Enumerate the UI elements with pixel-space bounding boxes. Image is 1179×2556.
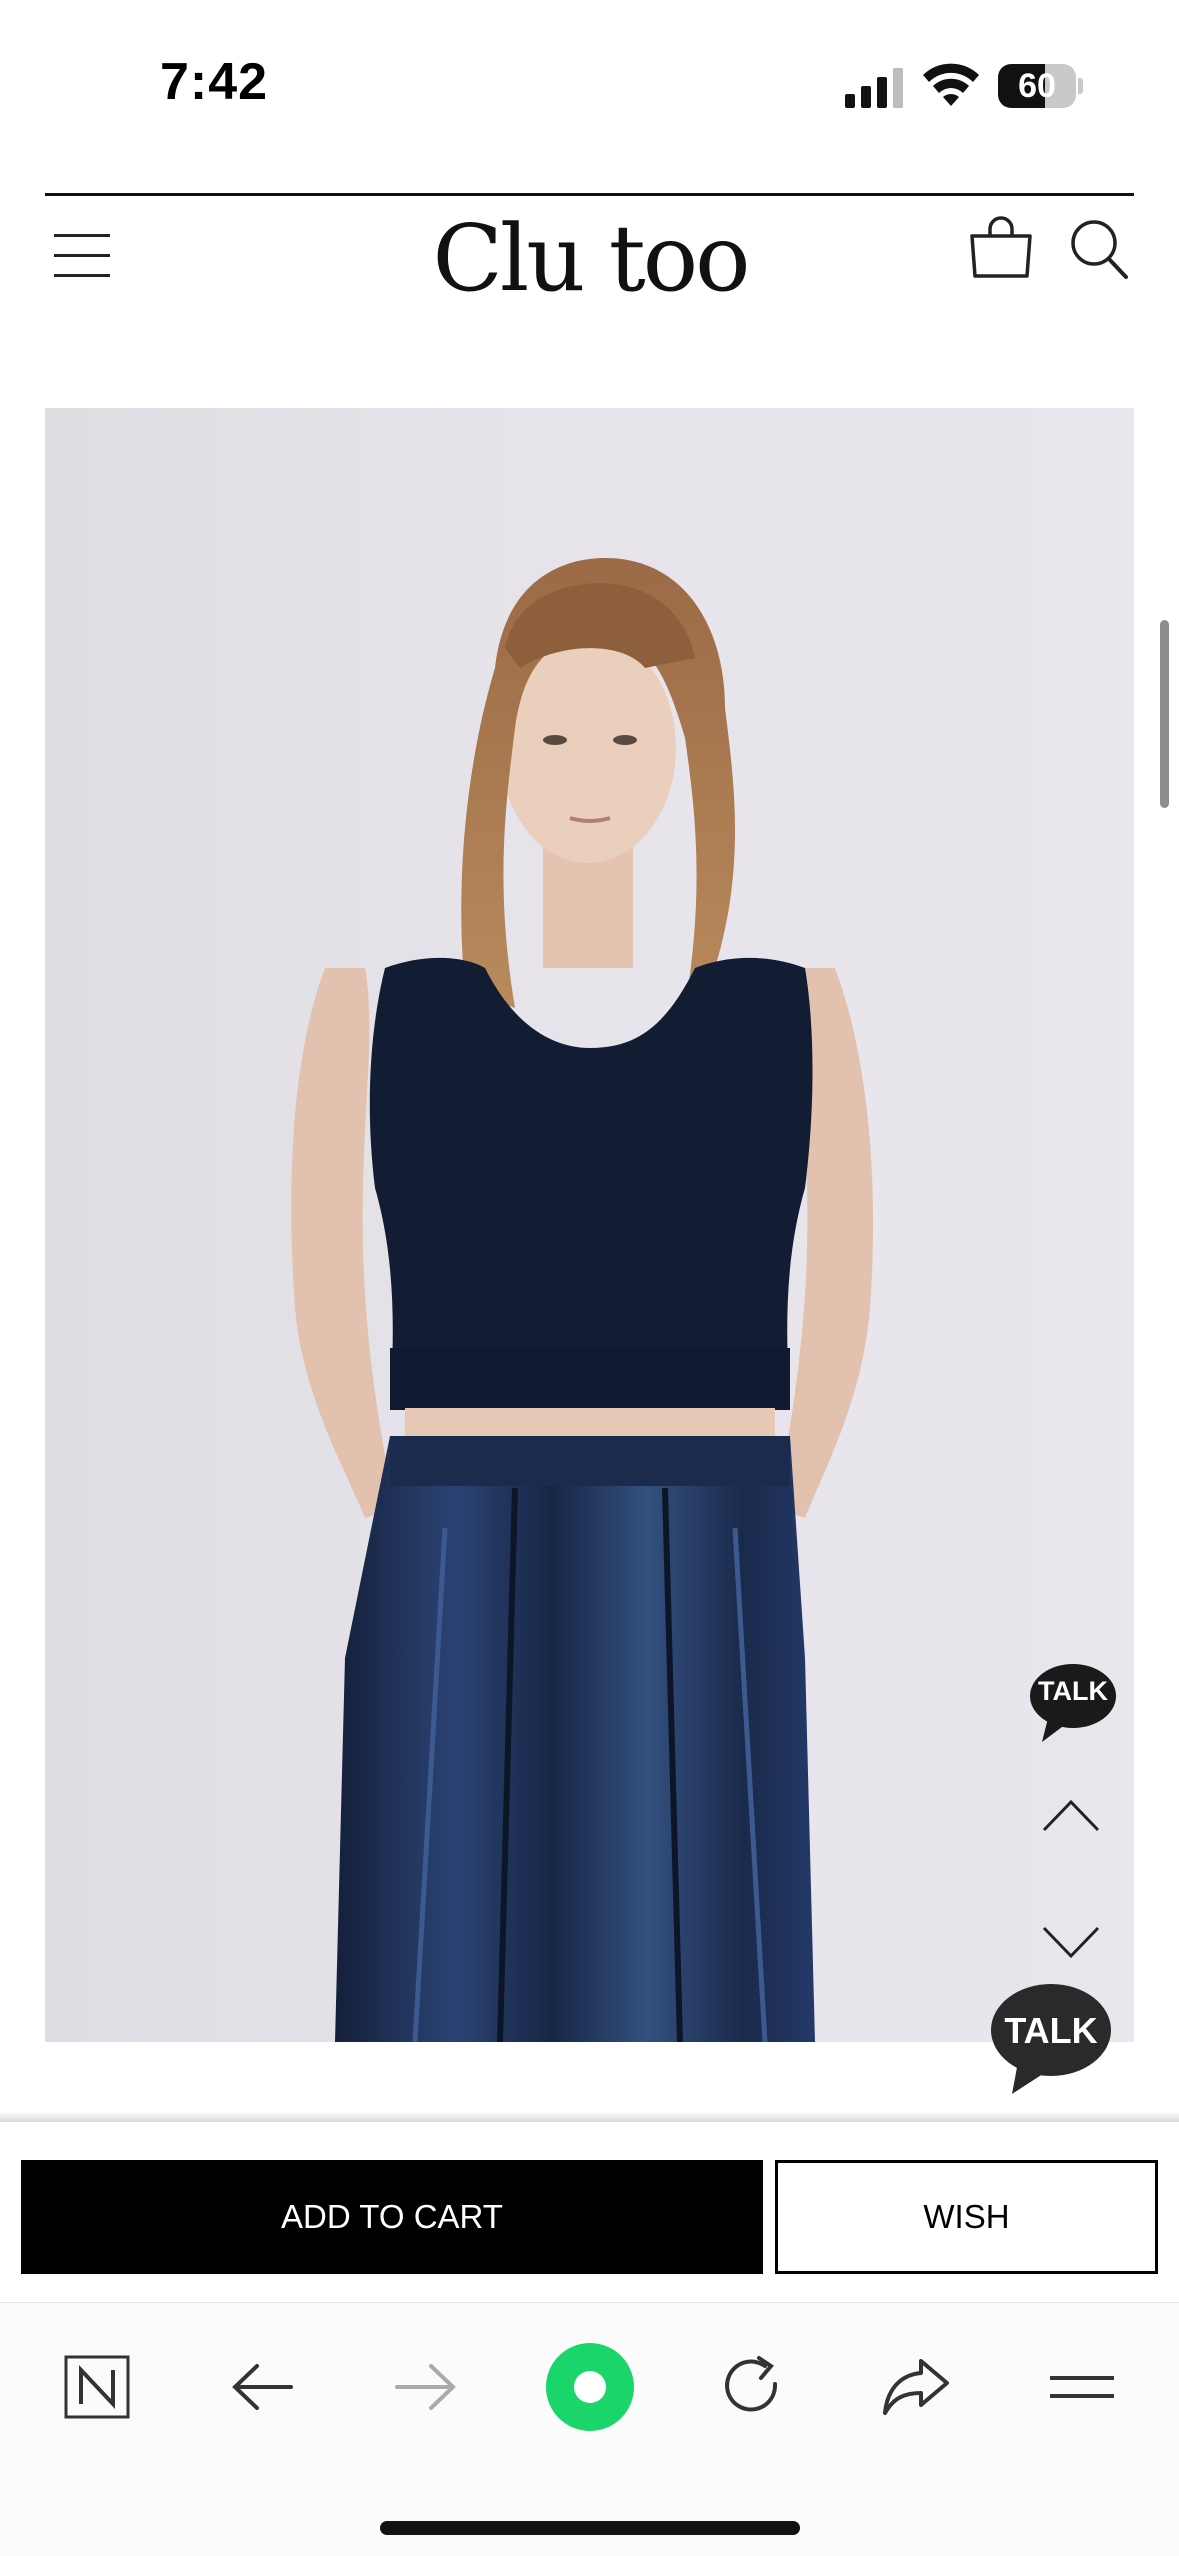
browser-toolbar bbox=[0, 2302, 1179, 2556]
talk-button-large[interactable]: TALK bbox=[988, 1980, 1114, 2096]
naver-n-icon[interactable] bbox=[57, 2347, 137, 2427]
talk-label-large: TALK bbox=[1004, 2010, 1098, 2051]
chevron-down-icon[interactable] bbox=[1040, 1922, 1102, 1962]
action-bar: ADD TO CART WISH bbox=[0, 2122, 1179, 2302]
model-photo bbox=[291, 558, 874, 2042]
home-indicator bbox=[380, 2521, 800, 2535]
site-header: Clu too bbox=[0, 196, 1179, 326]
shopping-bag-icon[interactable] bbox=[968, 216, 1034, 280]
brand-logo[interactable]: Clu too bbox=[380, 204, 800, 314]
signal-icon bbox=[845, 68, 903, 108]
scroll-indicator[interactable] bbox=[1160, 620, 1169, 808]
back-arrow-icon[interactable] bbox=[222, 2347, 302, 2427]
talk-label-small: TALK bbox=[1038, 1676, 1108, 1706]
forward-arrow-icon[interactable] bbox=[386, 2347, 466, 2427]
menu-lines-icon[interactable] bbox=[1042, 2347, 1122, 2427]
product-image[interactable] bbox=[45, 408, 1134, 2042]
wish-button[interactable]: WISH bbox=[775, 2160, 1158, 2274]
share-icon[interactable] bbox=[876, 2347, 956, 2427]
status-time: 7:42 bbox=[160, 53, 269, 111]
search-icon[interactable] bbox=[1068, 216, 1130, 280]
status-bar: 7:42 60 bbox=[0, 0, 1179, 170]
chevron-up-icon[interactable] bbox=[1040, 1796, 1102, 1836]
add-to-cart-button[interactable]: ADD TO CART bbox=[21, 2160, 763, 2274]
talk-button-small[interactable]: TALK bbox=[1028, 1662, 1118, 1744]
green-home-icon[interactable] bbox=[540, 2337, 640, 2437]
battery-text: 60 bbox=[1018, 67, 1056, 105]
refresh-icon[interactable] bbox=[712, 2347, 792, 2427]
battery-icon: 60 bbox=[998, 64, 1084, 108]
menu-icon[interactable] bbox=[52, 230, 112, 282]
wifi-icon bbox=[923, 63, 979, 106]
